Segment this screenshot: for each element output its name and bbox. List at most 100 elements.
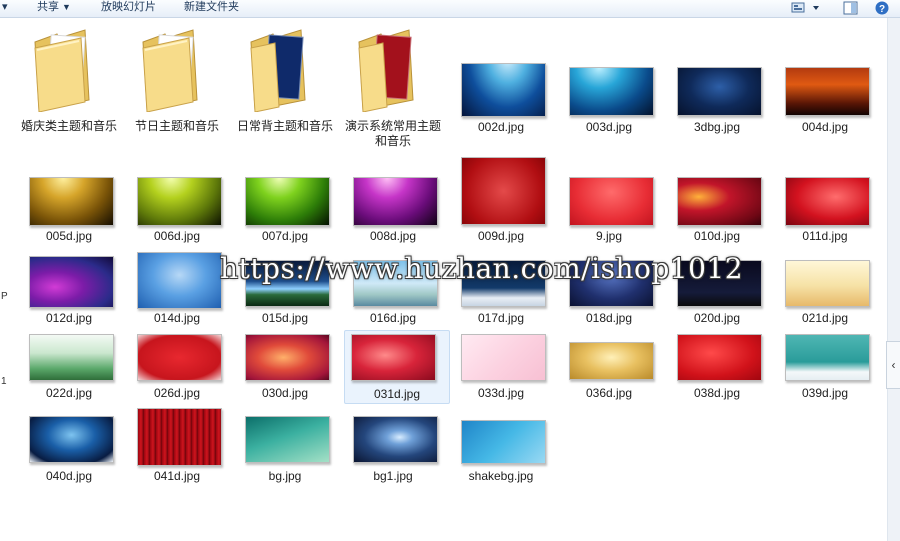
image-file-item[interactable]: 9.jpg	[557, 155, 661, 247]
file-name-label: bg1.jpg	[373, 469, 413, 483]
image-thumbnail	[353, 260, 438, 307]
image-file-item[interactable]: 007d.jpg	[233, 155, 337, 247]
file-name-label: 婚庆类主题和音乐	[20, 119, 117, 133]
file-name-label: 041d.jpg	[153, 469, 201, 483]
image-file-item[interactable]: 005d.jpg	[17, 155, 121, 247]
image-file-item[interactable]: 016d.jpg	[341, 252, 445, 330]
preview-pane-button[interactable]	[843, 1, 859, 15]
image-file-item[interactable]: 011d.jpg	[773, 155, 877, 247]
file-name-label: 033d.jpg	[477, 386, 525, 400]
image-file-item[interactable]: 021d.jpg	[773, 252, 877, 330]
image-thumbnail	[29, 177, 114, 226]
image-thumbnail	[137, 177, 222, 226]
new-folder-button[interactable]: 新建文件夹	[184, 0, 239, 16]
image-thumbnail	[785, 334, 870, 381]
image-file-item[interactable]: bg.jpg	[233, 406, 337, 488]
image-thumbnail	[461, 157, 546, 225]
image-thumbnail	[569, 67, 654, 116]
image-file-item[interactable]: 009d.jpg	[449, 155, 553, 247]
folder-icon	[358, 29, 414, 112]
view-icon	[791, 2, 819, 13]
file-name-label: 009d.jpg	[477, 229, 525, 243]
file-name-label: 036d.jpg	[585, 386, 633, 400]
image-thumbnail	[137, 252, 222, 309]
image-thumbnail	[461, 334, 546, 381]
image-thumbnail	[785, 67, 870, 116]
image-file-item[interactable]: 002d.jpg	[449, 20, 553, 140]
image-thumbnail	[29, 416, 114, 463]
file-name-label: 039d.jpg	[801, 386, 849, 400]
folder-item[interactable]: 日常背主题和音乐	[233, 20, 337, 150]
file-name-label: 017d.jpg	[477, 311, 525, 325]
file-name-label: 9.jpg	[595, 229, 623, 243]
image-file-item[interactable]: 010d.jpg	[665, 155, 769, 247]
file-name-label: 011d.jpg	[802, 229, 848, 243]
image-thumbnail	[137, 408, 222, 466]
image-file-item[interactable]: 026d.jpg	[125, 332, 229, 404]
image-file-item[interactable]: 036d.jpg	[557, 332, 661, 404]
image-thumbnail	[677, 334, 762, 381]
file-name-label: 020d.jpg	[693, 311, 741, 325]
image-file-item[interactable]: 022d.jpg	[17, 332, 121, 404]
folder-icon	[34, 29, 90, 112]
file-name-label: 005d.jpg	[45, 229, 93, 243]
chevron-down-icon: ▼	[62, 2, 71, 12]
image-file-item[interactable]: 039d.jpg	[773, 332, 877, 404]
image-file-item[interactable]: 006d.jpg	[125, 155, 229, 247]
navigation-pane-edge: P 1	[0, 18, 12, 541]
nav-pane-text-fragment: 1	[1, 376, 7, 387]
folder-item[interactable]: 演示系统常用主题和音乐	[341, 20, 445, 150]
file-name-label: 038d.jpg	[693, 386, 741, 400]
file-name-label: 015d.jpg	[261, 311, 309, 325]
file-name-label: 节日主题和音乐	[134, 119, 219, 133]
image-file-item[interactable]: 008d.jpg	[341, 155, 445, 247]
file-name-label: 003d.jpg	[585, 120, 633, 134]
image-thumbnail	[353, 416, 438, 463]
preview-collapse-chevron-icon[interactable]: ‹	[886, 341, 900, 389]
folder-icon	[142, 29, 198, 112]
organize-dropdown-caret[interactable]: ▾	[2, 0, 8, 16]
image-file-item[interactable]: shakebg.jpg	[449, 406, 553, 488]
image-thumbnail	[677, 177, 762, 226]
file-name-label: shakebg.jpg	[468, 469, 534, 483]
right-pane-edge	[887, 18, 900, 541]
image-thumbnail	[677, 260, 762, 307]
image-file-item[interactable]: 033d.jpg	[449, 332, 553, 404]
image-file-item[interactable]: 003d.jpg	[557, 20, 661, 140]
image-file-item[interactable]: 014d.jpg	[125, 252, 229, 330]
file-name-label: 007d.jpg	[261, 229, 309, 243]
image-file-item[interactable]: 015d.jpg	[233, 252, 337, 330]
folder-item[interactable]: 婚庆类主题和音乐	[17, 20, 121, 150]
slideshow-button[interactable]: 放映幻灯片	[101, 0, 156, 16]
file-name-label: 004d.jpg	[801, 120, 849, 134]
image-thumbnail	[569, 342, 654, 380]
file-name-label: 008d.jpg	[369, 229, 417, 243]
image-file-item[interactable]: 017d.jpg	[449, 252, 553, 330]
image-file-item[interactable]: 012d.jpg	[17, 252, 121, 330]
image-thumbnail	[245, 260, 330, 307]
image-thumbnail	[785, 177, 870, 226]
folder-item[interactable]: 节日主题和音乐	[125, 20, 229, 150]
preview-pane-icon	[843, 1, 858, 15]
image-file-item[interactable]: 041d.jpg	[125, 406, 229, 488]
image-file-item[interactable]: 3dbg.jpg	[665, 20, 769, 140]
file-name-label: 021d.jpg	[801, 311, 849, 325]
help-button[interactable]: ?	[875, 1, 890, 15]
change-view-button[interactable]	[791, 1, 821, 15]
image-thumbnail	[353, 177, 438, 226]
image-file-item[interactable]: 038d.jpg	[665, 332, 769, 404]
svg-text:?: ?	[879, 4, 885, 15]
image-file-item[interactable]: 018d.jpg	[557, 252, 661, 330]
image-file-item-selected[interactable]: 031d.jpg	[344, 330, 450, 404]
image-file-item[interactable]: 020d.jpg	[665, 252, 769, 330]
image-file-item[interactable]: 030d.jpg	[233, 332, 337, 404]
image-thumbnail	[245, 416, 330, 463]
command-bar: ▾ 共享 ▼ 放映幻灯片 新建文件夹 ?	[0, 0, 900, 18]
image-thumbnail	[785, 260, 870, 307]
image-file-item[interactable]: bg1.jpg	[341, 406, 445, 488]
file-name-label: 040d.jpg	[45, 469, 93, 483]
image-file-item[interactable]: 040d.jpg	[17, 406, 121, 488]
share-button[interactable]: 共享 ▼	[37, 0, 71, 16]
file-name-label: 演示系统常用主题和音乐	[344, 119, 441, 148]
image-file-item[interactable]: 004d.jpg	[773, 20, 877, 140]
